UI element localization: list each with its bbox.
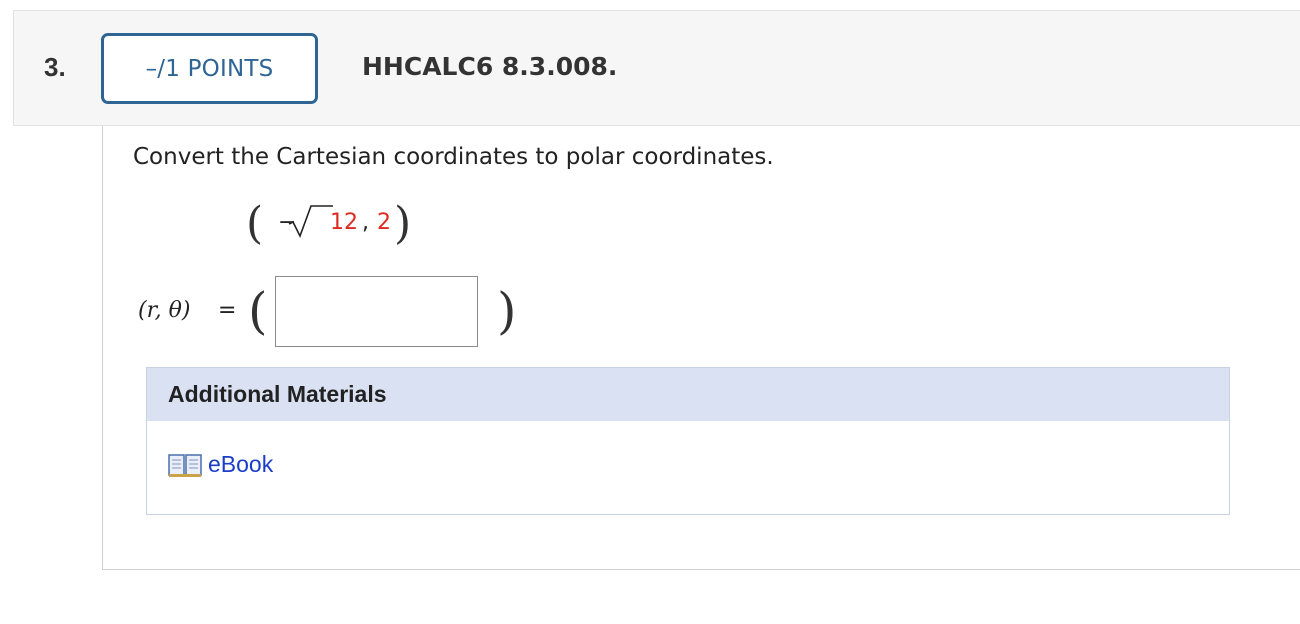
additional-materials-header: Additional Materials — [147, 368, 1229, 421]
question-title: HHCALC6 8.3.008. — [362, 52, 618, 81]
square-root-symbol — [288, 205, 333, 238]
open-paren: ( — [246, 198, 264, 249]
answer-open-paren: ( — [248, 282, 268, 340]
question-card: 3. –/1 POINTS HHCALC6 8.3.008. Convert t… — [0, 0, 1300, 624]
radicand-value: 12 — [330, 210, 358, 235]
close-paren: ) — [394, 198, 412, 249]
problem-prompt: Convert the Cartesian coordinates to pol… — [133, 144, 774, 170]
ebook-label: eBook — [208, 451, 274, 477]
additional-materials-title: Additional Materials — [168, 381, 387, 407]
answer-label: (r, θ) — [138, 298, 191, 323]
points-badge: –/1 POINTS — [101, 33, 318, 104]
ebook-link[interactable]: eBook — [168, 451, 273, 478]
y-value: 2 — [377, 210, 391, 235]
answer-close-paren: ) — [497, 282, 517, 340]
additional-materials-panel: Additional Materials eBook — [146, 367, 1230, 515]
open-book-icon — [168, 453, 202, 477]
equals-sign: = — [218, 298, 237, 323]
coordinate-comma: , — [362, 210, 369, 235]
question-number: 3. — [44, 52, 66, 82]
polar-answer-input[interactable] — [275, 276, 478, 347]
